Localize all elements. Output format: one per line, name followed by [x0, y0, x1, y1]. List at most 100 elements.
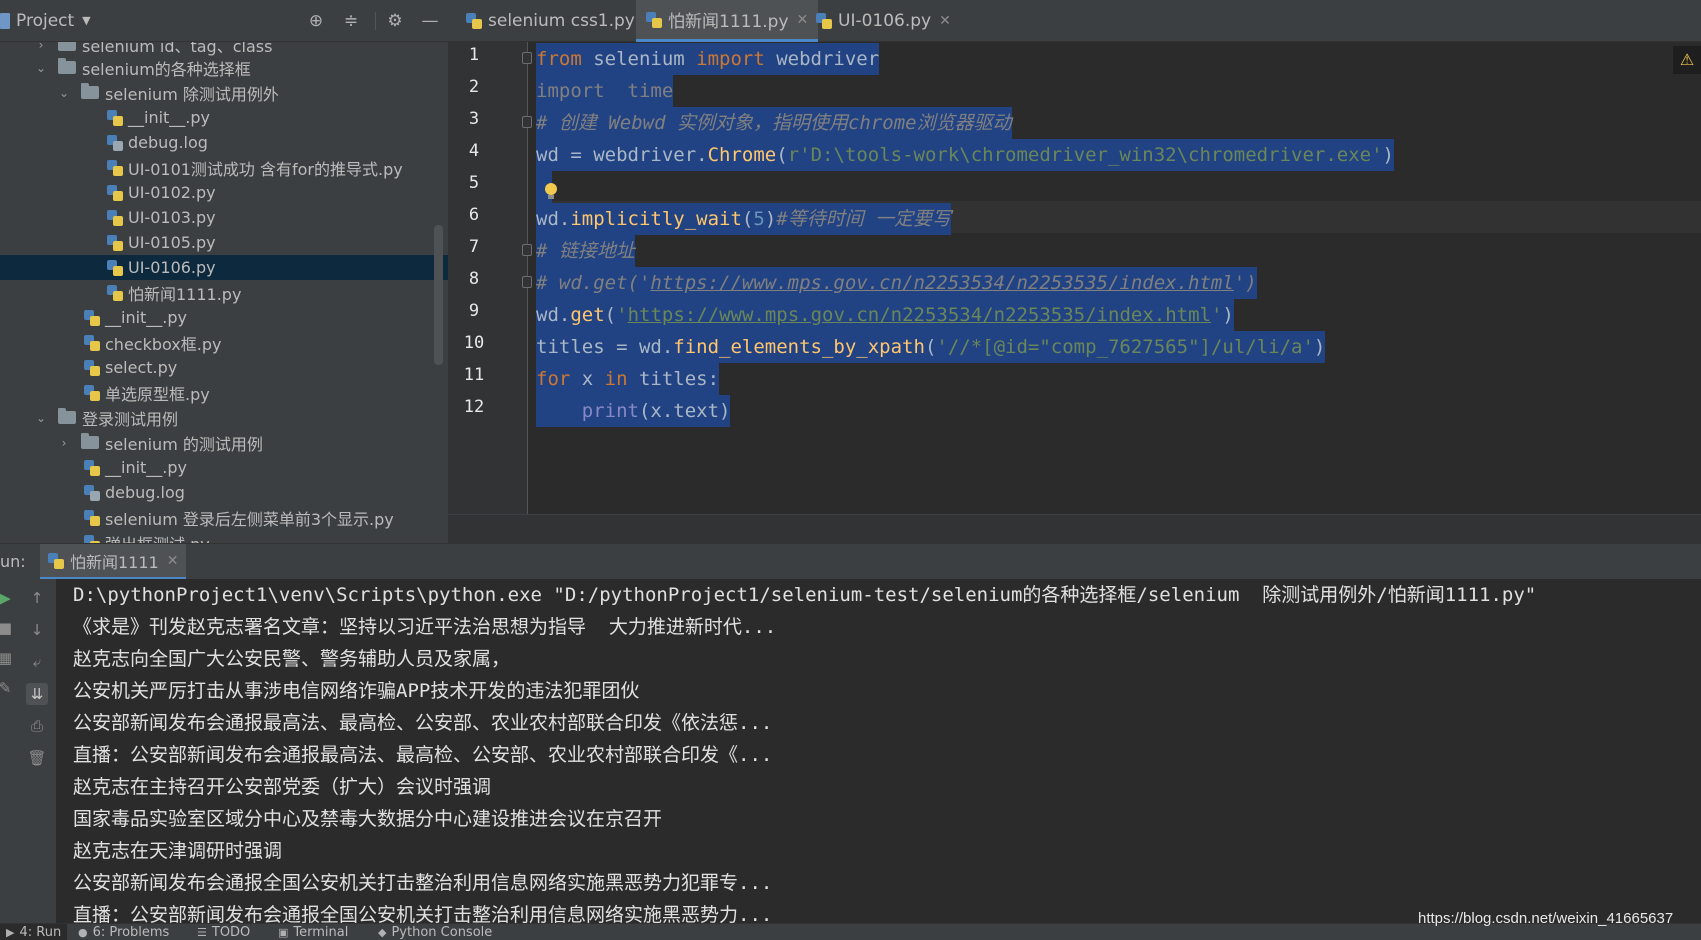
- fold-marker[interactable]: [522, 276, 532, 288]
- code-line: for x in titles:: [536, 363, 720, 395]
- pin-icon[interactable]: ✎: [0, 677, 16, 699]
- code-token: for: [536, 368, 571, 390]
- python-icon: ◆: [378, 926, 387, 939]
- code-string: r'D:\tools-work\chromedriver_win32\chrom…: [787, 144, 1383, 166]
- collapse-all-icon[interactable]: ≑: [341, 11, 361, 31]
- chevron-down-icon: ⌄: [35, 60, 47, 75]
- run-config-tab[interactable]: 怕新闻1111 ✕: [40, 544, 187, 580]
- run-console[interactable]: D:\pythonProject1\venv\Scripts\python.ex…: [56, 579, 1701, 923]
- code-token: ): [1222, 304, 1234, 326]
- tab-label: selenium css1.py: [488, 11, 635, 31]
- terminal-tool-button[interactable]: ▣ Terminal: [278, 924, 348, 940]
- trash-icon[interactable]: 🗑: [26, 747, 48, 769]
- code-line: # 链接地址: [536, 235, 635, 267]
- tree-file-selected[interactable]: UI-0106.py: [0, 255, 448, 280]
- warning-icon[interactable]: ⚠: [1673, 46, 1701, 74]
- editor-tab-active[interactable]: 怕新闻1111.py ✕: [636, 0, 819, 42]
- close-icon[interactable]: ✕: [167, 553, 179, 569]
- todo-tool-button[interactable]: ☰ TODO: [197, 924, 250, 940]
- tree-file[interactable]: checkbox框.py: [0, 330, 448, 355]
- tree-file[interactable]: debug.log: [0, 480, 448, 505]
- locate-target-icon[interactable]: ⊕: [306, 11, 326, 31]
- log-file-icon: [107, 134, 123, 151]
- tree-folder[interactable]: › selenium 的测试用例: [0, 430, 448, 455]
- tree-file[interactable]: debug.log: [0, 130, 448, 155]
- tree-scrollbar[interactable]: [434, 225, 443, 365]
- arrow-down-icon[interactable]: ↓: [26, 619, 48, 641]
- tree-item-label: debug.log: [105, 483, 185, 502]
- line-number-gutter: 1 2 3 4 5 6 7 8 9 10 11 12: [448, 42, 532, 514]
- scroll-to-end-icon[interactable]: ⇊: [26, 683, 48, 705]
- code-area[interactable]: from selenium import webdriver import ti…: [536, 42, 1701, 514]
- code-line: from selenium import webdriver: [536, 43, 880, 75]
- console-line: 公安部新闻发布会通报全国公安机关打击整治利用信息网络实施黑恶势力犯罪专...: [73, 872, 773, 894]
- fold-marker[interactable]: [522, 116, 532, 128]
- console-line: 公安机关严厉打击从事涉电信网络诈骗APP技术开发的违法犯罪团伙: [73, 680, 640, 702]
- code-token: ): [764, 208, 777, 230]
- close-icon[interactable]: ✕: [939, 13, 951, 29]
- line-number: 6: [468, 205, 480, 225]
- tree-item-label: __init__.py: [105, 308, 188, 327]
- tree-file[interactable]: __init__.py: [0, 105, 448, 130]
- tree-item-label: selenium 的测试用例: [105, 434, 263, 454]
- python-file-icon: [84, 309, 100, 326]
- line-number: 2: [468, 77, 480, 97]
- run-tab-label: 怕新闻1111: [70, 552, 159, 572]
- tree-folder[interactable]: ⌄ 登录测试用例: [0, 405, 448, 430]
- print-icon[interactable]: ⎙: [26, 715, 48, 737]
- tree-file[interactable]: selenium 登录后左侧菜单前3个显示.py: [0, 505, 448, 530]
- rerun-icon[interactable]: ▶: [0, 587, 16, 609]
- minimize-icon[interactable]: —: [420, 11, 440, 31]
- lightbulb-icon[interactable]: [544, 183, 558, 201]
- header-divider: [375, 12, 376, 30]
- python-file-icon: [84, 384, 100, 401]
- layout-icon[interactable]: ▦: [0, 647, 16, 669]
- tree-file[interactable]: UI-0103.py: [0, 205, 448, 230]
- editor-tab[interactable]: UI-0106.py ✕: [806, 0, 961, 42]
- list-icon: ☰: [197, 926, 207, 939]
- code-token: implicitly_wait: [570, 208, 742, 230]
- play-icon: ▶: [6, 926, 15, 939]
- tab-label: UI-0106.py: [838, 11, 932, 31]
- tree-file[interactable]: 怕新闻1111.py: [0, 280, 448, 305]
- soft-wrap-icon[interactable]: ⤶: [26, 651, 48, 673]
- tree-item-label: select.py: [105, 358, 178, 377]
- editor-tab[interactable]: selenium css1.py ✕: [456, 0, 665, 42]
- tree-file[interactable]: UI-0105.py: [0, 230, 448, 255]
- tool-button-label: Terminal: [293, 925, 349, 940]
- tree-folder[interactable]: ⌄ selenium 除测试用例外: [0, 80, 448, 105]
- code-token: webdriver: [764, 48, 880, 70]
- code-line: wd.implicitly_wait(5)#等待时间 一定要写: [536, 203, 952, 235]
- code-comment-url[interactable]: https://www.mps.gov.cn/n2253534/n2253535…: [650, 272, 1233, 294]
- fold-marker[interactable]: [522, 52, 532, 64]
- tree-file[interactable]: select.py: [0, 355, 448, 380]
- gear-icon[interactable]: ⚙: [385, 11, 405, 31]
- code-token: ): [1382, 144, 1394, 166]
- fold-marker[interactable]: [522, 244, 532, 256]
- chevron-down-icon: ⌄: [35, 410, 47, 425]
- stop-icon[interactable]: ■: [0, 617, 16, 639]
- code-line: # 创建 Webwd 实例对象，指明使用chrome浏览器驱动: [536, 107, 1012, 139]
- tree-file[interactable]: __init__.py: [0, 305, 448, 330]
- tree-file[interactable]: UI-0101测试成功 含有for的推导式.py: [0, 155, 448, 180]
- editor-breadcrumb-bar: [448, 514, 1701, 543]
- tool-button-label: 4: Run: [19, 925, 62, 940]
- run-tool-button[interactable]: ▶ 4: Run: [0, 924, 68, 940]
- project-view-selector[interactable]: Project ▼: [0, 11, 91, 31]
- problems-tool-button[interactable]: ● 6: Problems: [78, 924, 169, 940]
- python-console-tool-button[interactable]: ◆ Python Console: [378, 924, 492, 940]
- folder-icon: [81, 83, 99, 99]
- editor: selenium css1.py ✕ 怕新闻1111.py ✕ UI-0106.…: [448, 0, 1701, 543]
- tree-file[interactable]: UI-0102.py: [0, 180, 448, 205]
- tree-file[interactable]: __init__.py: [0, 455, 448, 480]
- line-number: 3: [468, 109, 480, 129]
- console-line: 《求是》刊发赵克志署名文章：坚持以习近平法治思想为指导 大力推进新时代...: [73, 616, 777, 638]
- code-url[interactable]: https://www.mps.gov.cn/n2253534/n2253535…: [628, 304, 1211, 326]
- tree-file[interactable]: 弹出框测试.py: [0, 530, 448, 543]
- tree-folder[interactable]: ⌄ selenium的各种选择框: [0, 55, 448, 80]
- line-number: 5: [468, 173, 480, 193]
- line-number: 10: [463, 333, 485, 353]
- arrow-up-icon[interactable]: ↑: [26, 587, 48, 609]
- tree-file[interactable]: 单选原型框.py: [0, 380, 448, 405]
- python-file-icon: [466, 13, 482, 29]
